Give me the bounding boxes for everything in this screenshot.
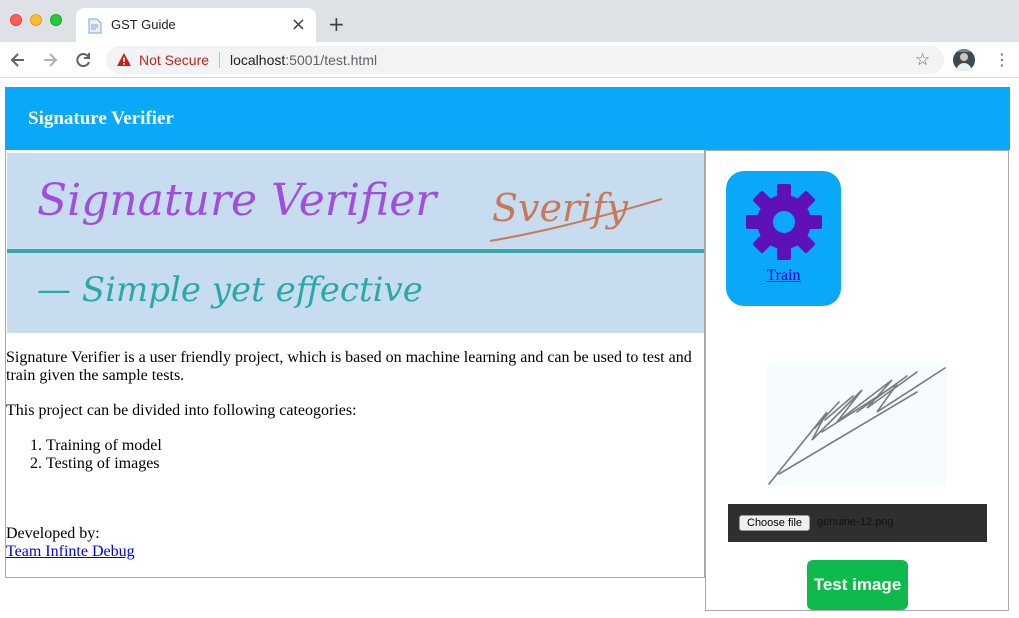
intro-text: Signature Verifier is a user friendly pr… (6, 349, 692, 384)
close-window-button[interactable] (10, 14, 22, 26)
choose-file-button[interactable]: Choose file (739, 515, 811, 531)
reload-icon[interactable] (73, 50, 93, 70)
banner-image: Signature Verifier Sverify — Simple yet … (7, 153, 704, 333)
star-icon[interactable]: ☆ (915, 50, 930, 70)
page-header: Signature Verifier (5, 87, 1010, 150)
sidebar: Train Choose file genuine-12.png Test im… (705, 150, 1009, 611)
maximize-window-button[interactable] (50, 14, 62, 26)
browser-tab[interactable]: GST Guide × (76, 8, 316, 42)
url-text[interactable]: localhost:5001/test.html (230, 52, 377, 68)
svg-text:Signature Verifier: Signature Verifier (37, 175, 439, 226)
browser-tab-strip: GST Guide × + (0, 0, 1019, 42)
tab-title: GST Guide (111, 17, 176, 32)
list-item: Testing of images (46, 455, 696, 473)
document-icon (88, 18, 102, 34)
back-arrow-icon[interactable] (8, 50, 28, 70)
categories-list: Training of model Testing of images (46, 437, 696, 473)
main-content: Signature Verifier Sverify — Simple yet … (5, 150, 705, 578)
gear-icon (746, 184, 822, 260)
address-divider (219, 52, 220, 68)
security-label[interactable]: Not Secure (139, 52, 209, 68)
categories-heading: This project can be divided into followi… (6, 402, 357, 419)
new-tab-icon[interactable]: + (328, 12, 345, 36)
browser-menu-icon[interactable]: ⋮ (994, 50, 1010, 69)
warning-icon (117, 53, 131, 66)
developed-by-label: Developed by: (6, 525, 100, 542)
minimize-window-button[interactable] (30, 14, 42, 26)
svg-text:— Simple yet effective: — Simple yet effective (37, 270, 423, 310)
train-link[interactable]: Train (726, 267, 841, 285)
file-upload: Choose file genuine-12.png (728, 504, 987, 542)
selected-file-name: genuine-12.png (817, 516, 894, 528)
address-bar[interactable]: Not Secure localhost:5001/test.html (106, 46, 944, 74)
description: Signature Verifier is a user friendly pr… (6, 349, 696, 561)
browser-toolbar: Not Secure localhost:5001/test.html (0, 42, 1019, 78)
signature-preview-image (767, 362, 947, 486)
test-image-button[interactable]: Test image (807, 560, 908, 610)
avatar[interactable] (953, 49, 975, 71)
forward-arrow-icon[interactable] (40, 50, 60, 70)
train-card[interactable]: Train (726, 171, 841, 306)
list-item: Training of model (46, 437, 696, 455)
page-title: Signature Verifier (28, 108, 174, 129)
svg-text:Sverify: Sverify (492, 186, 628, 230)
team-link[interactable]: Team Infinte Debug (6, 543, 135, 560)
close-tab-icon[interactable]: × (291, 14, 306, 35)
